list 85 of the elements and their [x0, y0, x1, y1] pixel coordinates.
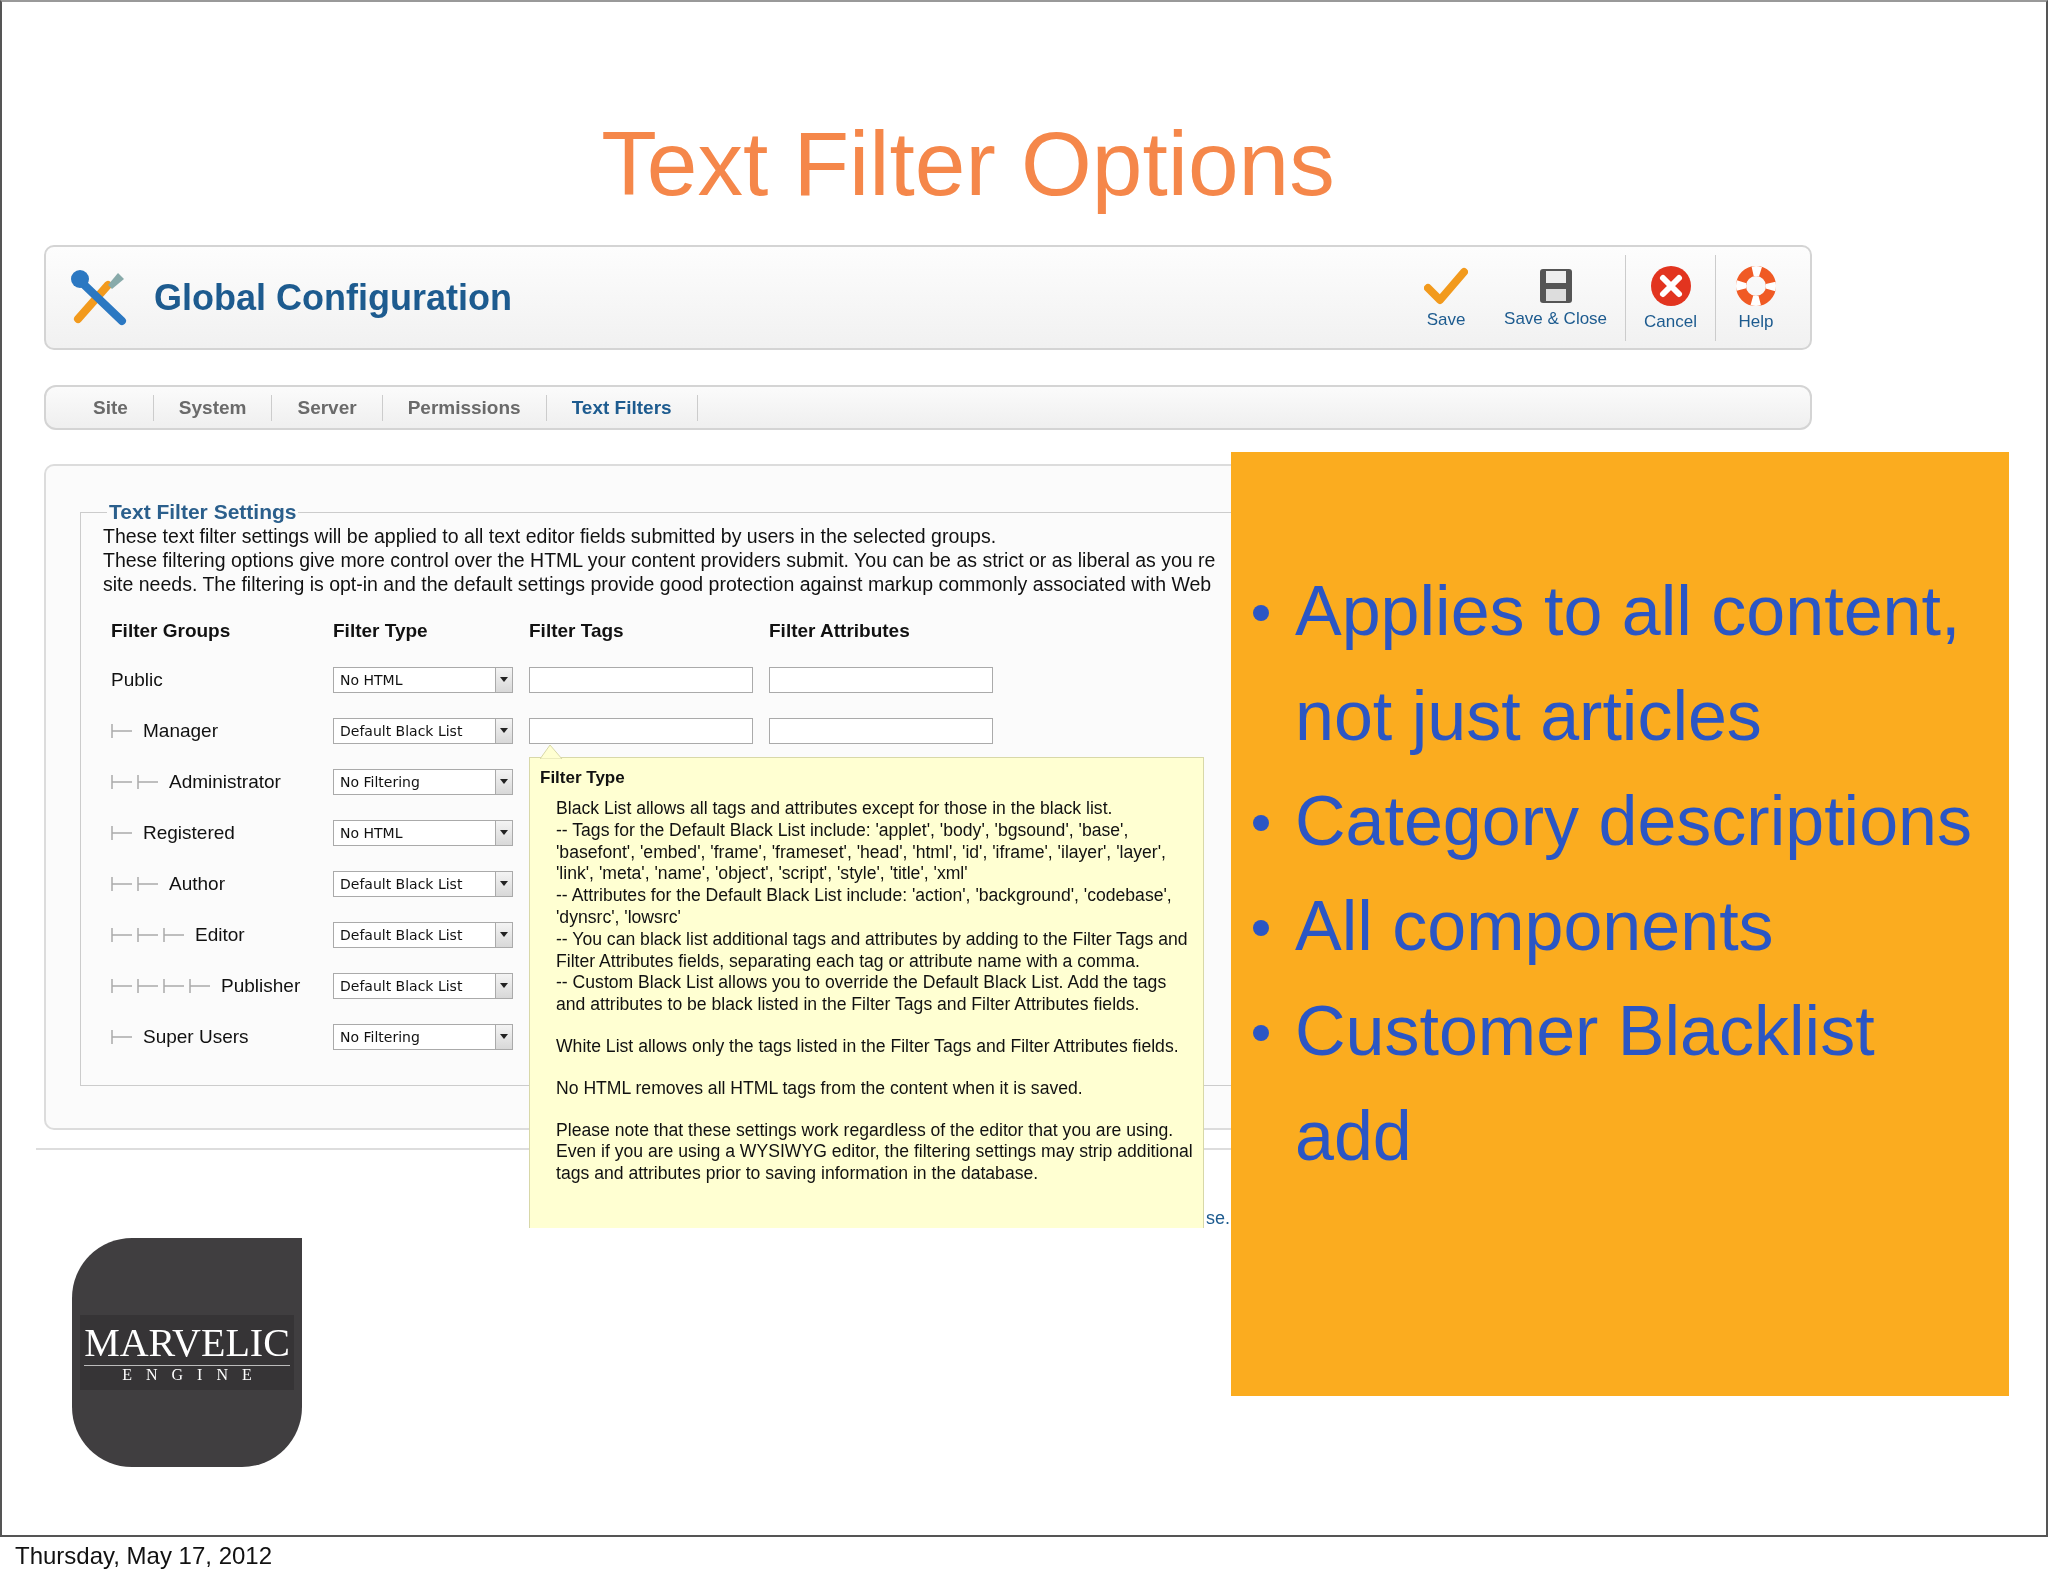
group-name: Public: [111, 668, 163, 691]
input-field[interactable]: [529, 666, 753, 693]
tree-connector-icon: [111, 723, 133, 738]
intro-text: These text filter settings will be applied to all text editor fields submitted by users in the selected groups.: [102, 524, 998, 548]
slide-title: Text Filter Options: [600, 112, 1336, 216]
tooltip-text: Black List allows all tags and attributes except for those in the black list.: [556, 798, 1114, 820]
caret-icon: [500, 1034, 508, 1039]
checkmark-icon: [1424, 265, 1469, 306]
filter-type-select[interactable]: Default Black List: [333, 972, 513, 999]
tooltip-title: Filter Type: [540, 768, 626, 788]
tree-connector-icon: [137, 774, 159, 789]
tooltip-text: -- Attributes for the Default Black List include: 'action', 'background', 'codebase', 'dynsrc', 'lowsrc': [556, 885, 1173, 929]
tree-connector-icon: [111, 978, 133, 993]
tooltip-text: -- You can black list additional tags and attributes by adding to the Filter Tags and Filter Attributes fields, separating each tag or attribute name with a comma.: [556, 928, 1189, 973]
tooltip-text: Please note that these settings work regardless of the editor that you are using. Even if you are using a WYSIWYG editor, the filtering settings may strip additional tags and attributes prior to saving information in the database.: [556, 1119, 1194, 1185]
group-name: Author: [169, 872, 225, 895]
tab[interactable]: System: [153, 394, 273, 421]
caret-icon: [500, 830, 508, 835]
intro-text: These filtering options give more control over the HTML your content providers submit. You can be as strict or as liberal as you re: [102, 548, 1217, 572]
bullet-text: Applies to all content, not just articles: [1295, 571, 1962, 757]
lifebuoy-icon: [1734, 263, 1778, 308]
footer-date: Thursday, May 17, 2012: [14, 1541, 274, 1570]
bullet-text: All components: [1295, 886, 1775, 967]
column-header: Filter Groups: [111, 620, 232, 643]
filter-type-select[interactable]: No Filtering: [333, 768, 513, 795]
bullet-icon: [1253, 1025, 1269, 1041]
bullet-icon: [1253, 920, 1269, 936]
column-header: Filter Attributes: [769, 620, 911, 643]
input-field[interactable]: [769, 666, 993, 693]
filter-type-select[interactable]: No Filtering: [333, 1023, 513, 1050]
toolbar-button[interactable]: Help: [1715, 254, 1796, 341]
filter-type-select[interactable]: No HTML: [333, 819, 513, 846]
caret-icon: [500, 779, 508, 784]
tree-connector-icon: [111, 876, 133, 891]
toolbar-button[interactable]: Cancel: [1625, 254, 1715, 341]
input-field[interactable]: [769, 717, 993, 744]
intro-text: site needs. The filtering is opt-in and the default settings provide good protection against markup commonly associated with Web: [102, 572, 1213, 596]
bullet-icon: [1253, 815, 1269, 831]
tab[interactable]: Permissions: [382, 394, 547, 421]
link-text[interactable]: se.: [1206, 1208, 1230, 1229]
tree-connector-icon: [189, 978, 211, 993]
tree-connector-icon: [137, 978, 159, 993]
tooltip-text: -- Tags for the Default Black List include: 'applet', 'body', 'bgsound', 'base', 'basefont', 'embed', 'frame', 'frameset', 'head', 'html', 'id', 'iframe', 'ilayer', 'layer', 'link', 'meta', 'name', 'object', 'script', 'style', 'title', 'xml': [556, 819, 1167, 886]
filter-type-select[interactable]: No HTML: [333, 666, 513, 693]
tree-connector-icon: [111, 774, 133, 789]
tree-connector-icon: [137, 876, 159, 891]
column-header: Filter Tags: [529, 620, 625, 643]
page-title: Global Configuration: [154, 276, 513, 319]
column-header: Filter Type: [333, 620, 429, 643]
bullet-text: Category descriptions: [1295, 781, 1973, 862]
caret-icon: [500, 983, 508, 988]
group-name: Editor: [195, 923, 245, 946]
logo-wordmark: MARVELIC: [84, 1321, 290, 1366]
tree-connector-icon: [163, 978, 185, 993]
tab[interactable]: Server: [272, 394, 383, 421]
caret-icon: [500, 881, 508, 886]
tooltip-text: -- Custom Black List allows you to override the Default Black List. Add the tags and attributes to be black listed in the Filter Tags and Filter Attributes fields.: [556, 972, 1168, 1016]
group-name: Administrator: [169, 770, 281, 793]
input-field[interactable]: [529, 717, 753, 744]
tree-connector-icon: [163, 927, 185, 942]
fieldset-legend: Text Filter Settings: [107, 500, 299, 524]
close-icon: [1648, 263, 1693, 308]
toolbar-button[interactable]: Save & Close: [1486, 254, 1626, 341]
tree-connector-icon: [111, 927, 133, 942]
tab[interactable]: Site: [68, 394, 154, 421]
tooltip-text: No HTML removes all HTML tags from the content when it is saved.: [556, 1077, 1084, 1100]
caret-icon: [500, 728, 508, 733]
caret-icon: [500, 932, 508, 937]
tree-connector-icon: [137, 927, 159, 942]
filter-type-select[interactable]: Default Black List: [333, 717, 513, 744]
group-name: Publisher: [221, 974, 301, 997]
bullet-icon: [1253, 605, 1269, 621]
toolbar-button[interactable]: Save: [1406, 254, 1487, 341]
filter-type-select[interactable]: Default Black List: [333, 870, 513, 897]
tab[interactable]: Text Filters: [546, 394, 698, 421]
tree-connector-icon: [111, 1029, 133, 1044]
tree-connector-icon: [111, 825, 133, 840]
group-name: Super Users: [143, 1025, 249, 1048]
bullet-text: Customer Blacklist add: [1295, 991, 1876, 1177]
filter-type-select[interactable]: Default Black List: [333, 921, 513, 948]
caret-icon: [500, 677, 508, 682]
tooltip-text: White List allows only the tags listed in the Filter Tags and Filter Attributes fields.: [556, 1035, 1180, 1058]
logo-tagline: ENGINE: [122, 1366, 266, 1384]
group-name: Registered: [143, 821, 235, 844]
group-name: Manager: [143, 719, 218, 742]
